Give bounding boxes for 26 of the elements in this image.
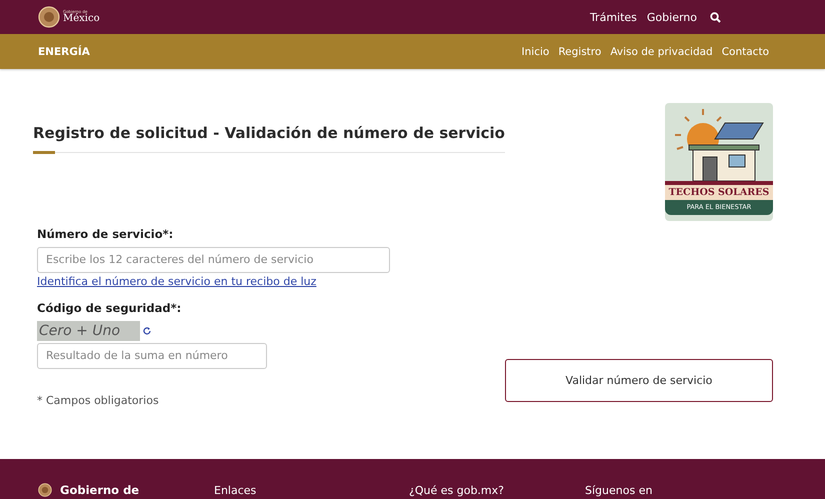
validate-button[interactable]: Validar número de servicio xyxy=(504,359,773,402)
nav-link[interactable]: Inicio xyxy=(522,46,550,58)
service-number-field[interactable]: Escribe los 12 caracteres del número de servicio xyxy=(37,246,390,272)
footer-brand: Gobierno de xyxy=(60,483,140,497)
nav-link[interactable]: Trámites xyxy=(590,10,637,24)
logo-text: México xyxy=(63,14,100,24)
page-title: Registro de solicitud - Validación de número de servicio xyxy=(33,124,505,144)
badge-title: TECHOS SOLARES xyxy=(664,181,773,200)
seal-icon xyxy=(38,6,60,28)
nav-link[interactable]: Contacto xyxy=(722,46,769,58)
nav-link[interactable]: Aviso de privacidad xyxy=(610,46,713,58)
footer-heading: ¿Qué es gob.mx? xyxy=(409,484,505,496)
captcha-answer-field[interactable]: Resultado de la suma en número xyxy=(37,342,267,368)
field-label: Número de servicio*: xyxy=(37,226,174,240)
footer-heading: Síguenos en xyxy=(585,484,654,496)
seal-icon xyxy=(38,483,52,497)
field-label: Código de seguridad*: xyxy=(37,300,182,314)
search-icon[interactable] xyxy=(710,12,721,22)
nav-link[interactable]: Gobierno xyxy=(646,10,697,24)
nav-link[interactable]: Registro xyxy=(558,46,602,58)
footer-heading: Enlaces xyxy=(214,484,258,496)
help-link[interactable]: Identifica el número de servicio en tu recibo de luz xyxy=(37,274,316,288)
captcha-image: Cero + Uno xyxy=(37,320,140,340)
refresh-icon[interactable] xyxy=(142,326,152,336)
site-title: ENERGÍA xyxy=(38,46,91,58)
required-note: * Campos obligatorios xyxy=(37,394,159,406)
